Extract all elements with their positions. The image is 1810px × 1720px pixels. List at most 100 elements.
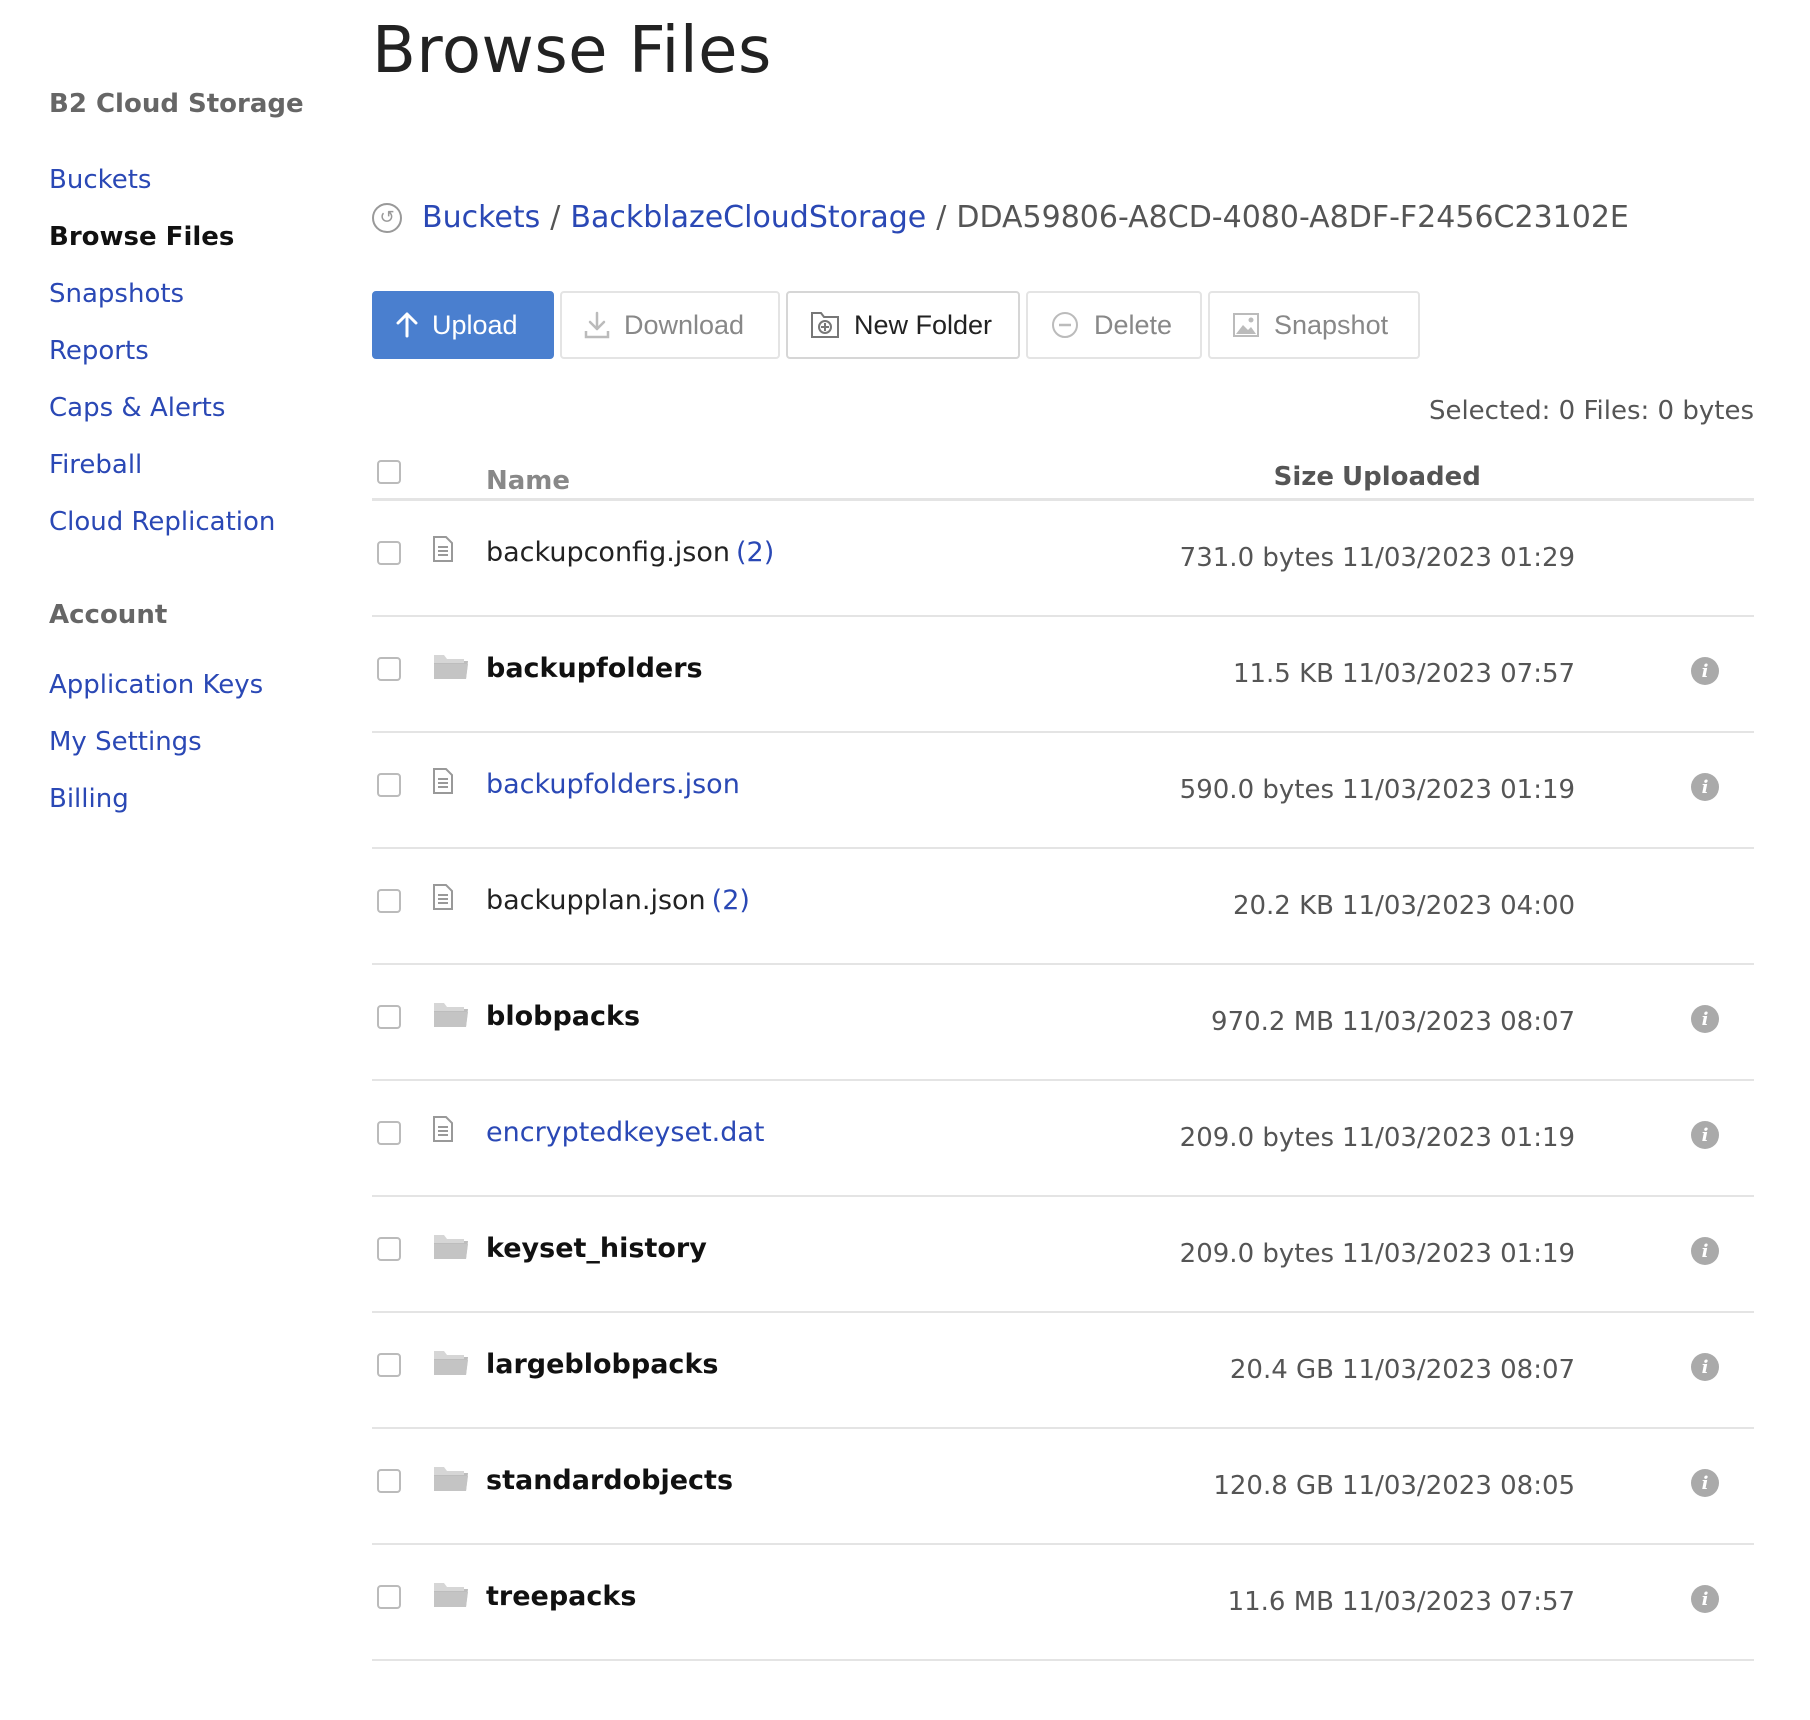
file-name[interactable]: backupfolders.json [486,769,740,800]
sidebar: B2 Cloud Storage Buckets Browse Files Sn… [49,84,349,828]
new-folder-button[interactable]: New Folder [786,291,1020,359]
upload-date: 11/03/2023 01:19 [1342,1123,1576,1153]
upload-date: 11/03/2023 07:57 [1342,659,1576,689]
file-size: 20.4 GB [1229,1355,1334,1385]
table-row[interactable]: standardobjects 120.8 GB 11/03/2023 08:05 i [372,1429,1754,1545]
item-name: treepacks [486,1581,637,1612]
delete-button[interactable]: Delete [1026,291,1202,359]
file-table: Name Size Uploaded backupconfig.json (2) 7… [372,452,1754,1661]
upload-button[interactable]: Upload [372,291,554,359]
row-checkbox[interactable] [377,1121,401,1145]
refresh-back-icon[interactable]: ↺ [372,202,402,233]
table-row[interactable]: encryptedkeyset.dat 209.0 bytes 11/03/2023… [372,1081,1754,1197]
file-name[interactable]: backupplan.json (2) [486,885,750,916]
selection-summary: Selected: 0 Files: 0 bytes [1428,396,1754,426]
sidebar-item-reports[interactable]: Reports [49,323,349,380]
table-row[interactable]: keyset_history 209.0 bytes 11/03/2023 01:1… [372,1197,1754,1313]
row-checkbox[interactable] [377,541,401,565]
sidebar-item-billing[interactable]: Billing [49,771,349,828]
info-icon[interactable]: i [1691,657,1719,685]
info-icon[interactable]: i [1691,1469,1719,1497]
row-checkbox[interactable] [377,1005,401,1029]
upload-date: 11/03/2023 01:19 [1342,775,1576,805]
column-header-uploaded[interactable]: Uploaded [1342,462,1481,492]
info-icon[interactable]: i [1691,1353,1719,1381]
folder-name[interactable]: keyset_history [486,1233,707,1264]
folder-name[interactable]: blobpacks [486,1001,640,1032]
table-body: backupconfig.json (2) 731.0 bytes 11/03/202… [372,501,1754,1661]
table-row[interactable]: backupfolders 11.5 KB 11/03/2023 07:57 i [372,617,1754,733]
row-checkbox[interactable] [377,773,401,797]
item-name: backupplan.json [486,885,706,916]
item-name: backupconfig.json [486,537,730,568]
column-header-size[interactable]: Size [1274,462,1334,492]
sidebar-section-account: Account [49,600,168,630]
info-icon[interactable]: i [1691,1005,1719,1033]
file-size: 590.0 bytes [1179,775,1334,805]
download-icon [584,311,610,339]
file-size: 20.2 KB [1232,891,1334,921]
folder-icon [432,1347,470,1381]
info-icon[interactable]: i [1691,1237,1719,1265]
table-row[interactable]: largeblobpacks 20.4 GB 11/03/2023 08:07 i [372,1313,1754,1429]
folder-name[interactable]: treepacks [486,1581,636,1612]
item-name: encryptedkeyset.dat [486,1117,765,1148]
item-name: backupfolders [486,653,703,684]
table-row[interactable]: treepacks 11.6 MB 11/03/2023 07:57 i [372,1545,1754,1661]
upload-date: 11/03/2023 08:05 [1342,1471,1576,1501]
file-size: 209.0 bytes [1179,1239,1334,1269]
sidebar-item-fireball[interactable]: Fireball [49,437,349,494]
upload-date: 11/03/2023 07:57 [1342,1587,1576,1617]
folder-name[interactable]: largeblobpacks [486,1349,718,1380]
sidebar-item-snapshots[interactable]: Snapshots [49,266,349,323]
sidebar-item-caps-alerts[interactable]: Caps & Alerts [49,380,349,437]
table-row[interactable]: backupplan.json (2) 20.2 KB 11/03/2023 04:0… [372,849,1754,965]
minus-circle-icon [1050,310,1080,340]
download-label: Download [624,309,745,340]
table-row[interactable]: backupfolders.json 590.0 bytes 11/03/2023 … [372,733,1754,849]
row-checkbox[interactable] [377,657,401,681]
select-all-checkbox[interactable] [377,460,401,484]
snapshot-label: Snapshot [1274,309,1389,340]
info-icon[interactable]: i [1691,773,1719,801]
table-row[interactable]: backupconfig.json (2) 731.0 bytes 11/03/202… [372,501,1754,617]
row-checkbox[interactable] [377,1237,401,1261]
upload-date: 11/03/2023 08:07 [1342,1355,1576,1385]
file-name[interactable]: encryptedkeyset.dat [486,1117,765,1148]
file-size: 11.6 MB [1227,1587,1334,1617]
column-header-name[interactable]: Name [486,466,570,496]
version-count-link[interactable]: (2) [736,537,774,568]
file-name[interactable]: backupconfig.json (2) [486,537,774,568]
item-name: keyset_history [486,1233,707,1264]
info-icon[interactable]: i [1691,1121,1719,1149]
file-size: 11.5 KB [1232,659,1334,689]
table-row[interactable]: blobpacks 970.2 MB 11/03/2023 08:07 i [372,965,1754,1081]
snapshot-button[interactable]: Snapshot [1208,291,1420,359]
row-checkbox[interactable] [377,1353,401,1377]
sidebar-item-cloud-replication[interactable]: Cloud Replication [49,494,349,551]
upload-date: 11/03/2023 08:07 [1342,1007,1576,1037]
row-checkbox[interactable] [377,1469,401,1493]
arrow-up-icon [396,312,418,338]
breadcrumb-bucket[interactable]: BackblazeCloudStorage [570,200,926,235]
breadcrumb-buckets[interactable]: Buckets [422,200,540,235]
folder-icon [432,1579,470,1613]
download-button[interactable]: Download [560,291,780,359]
upload-date: 11/03/2023 01:19 [1342,1239,1576,1269]
row-checkbox[interactable] [377,889,401,913]
folder-name[interactable]: standardobjects [486,1465,733,1496]
version-count-link[interactable]: (2) [712,885,750,916]
sidebar-item-my-settings[interactable]: My Settings [49,714,349,771]
file-size: 120.8 GB [1213,1471,1334,1501]
folder-plus-icon [810,311,840,339]
upload-date: 11/03/2023 01:29 [1342,543,1576,573]
sidebar-item-buckets[interactable]: Buckets [49,152,349,209]
info-icon[interactable]: i [1691,1585,1719,1613]
breadcrumb-current: DDA59806-A8CD-4080-A8DF-F2456C23102E [956,200,1629,235]
folder-icon [432,1231,470,1265]
folder-name[interactable]: backupfolders [486,653,703,684]
row-checkbox[interactable] [377,1585,401,1609]
sidebar-item-browse-files[interactable]: Browse Files [49,209,349,266]
sidebar-item-application-keys[interactable]: Application Keys [49,657,349,714]
file-size: 731.0 bytes [1179,543,1334,573]
